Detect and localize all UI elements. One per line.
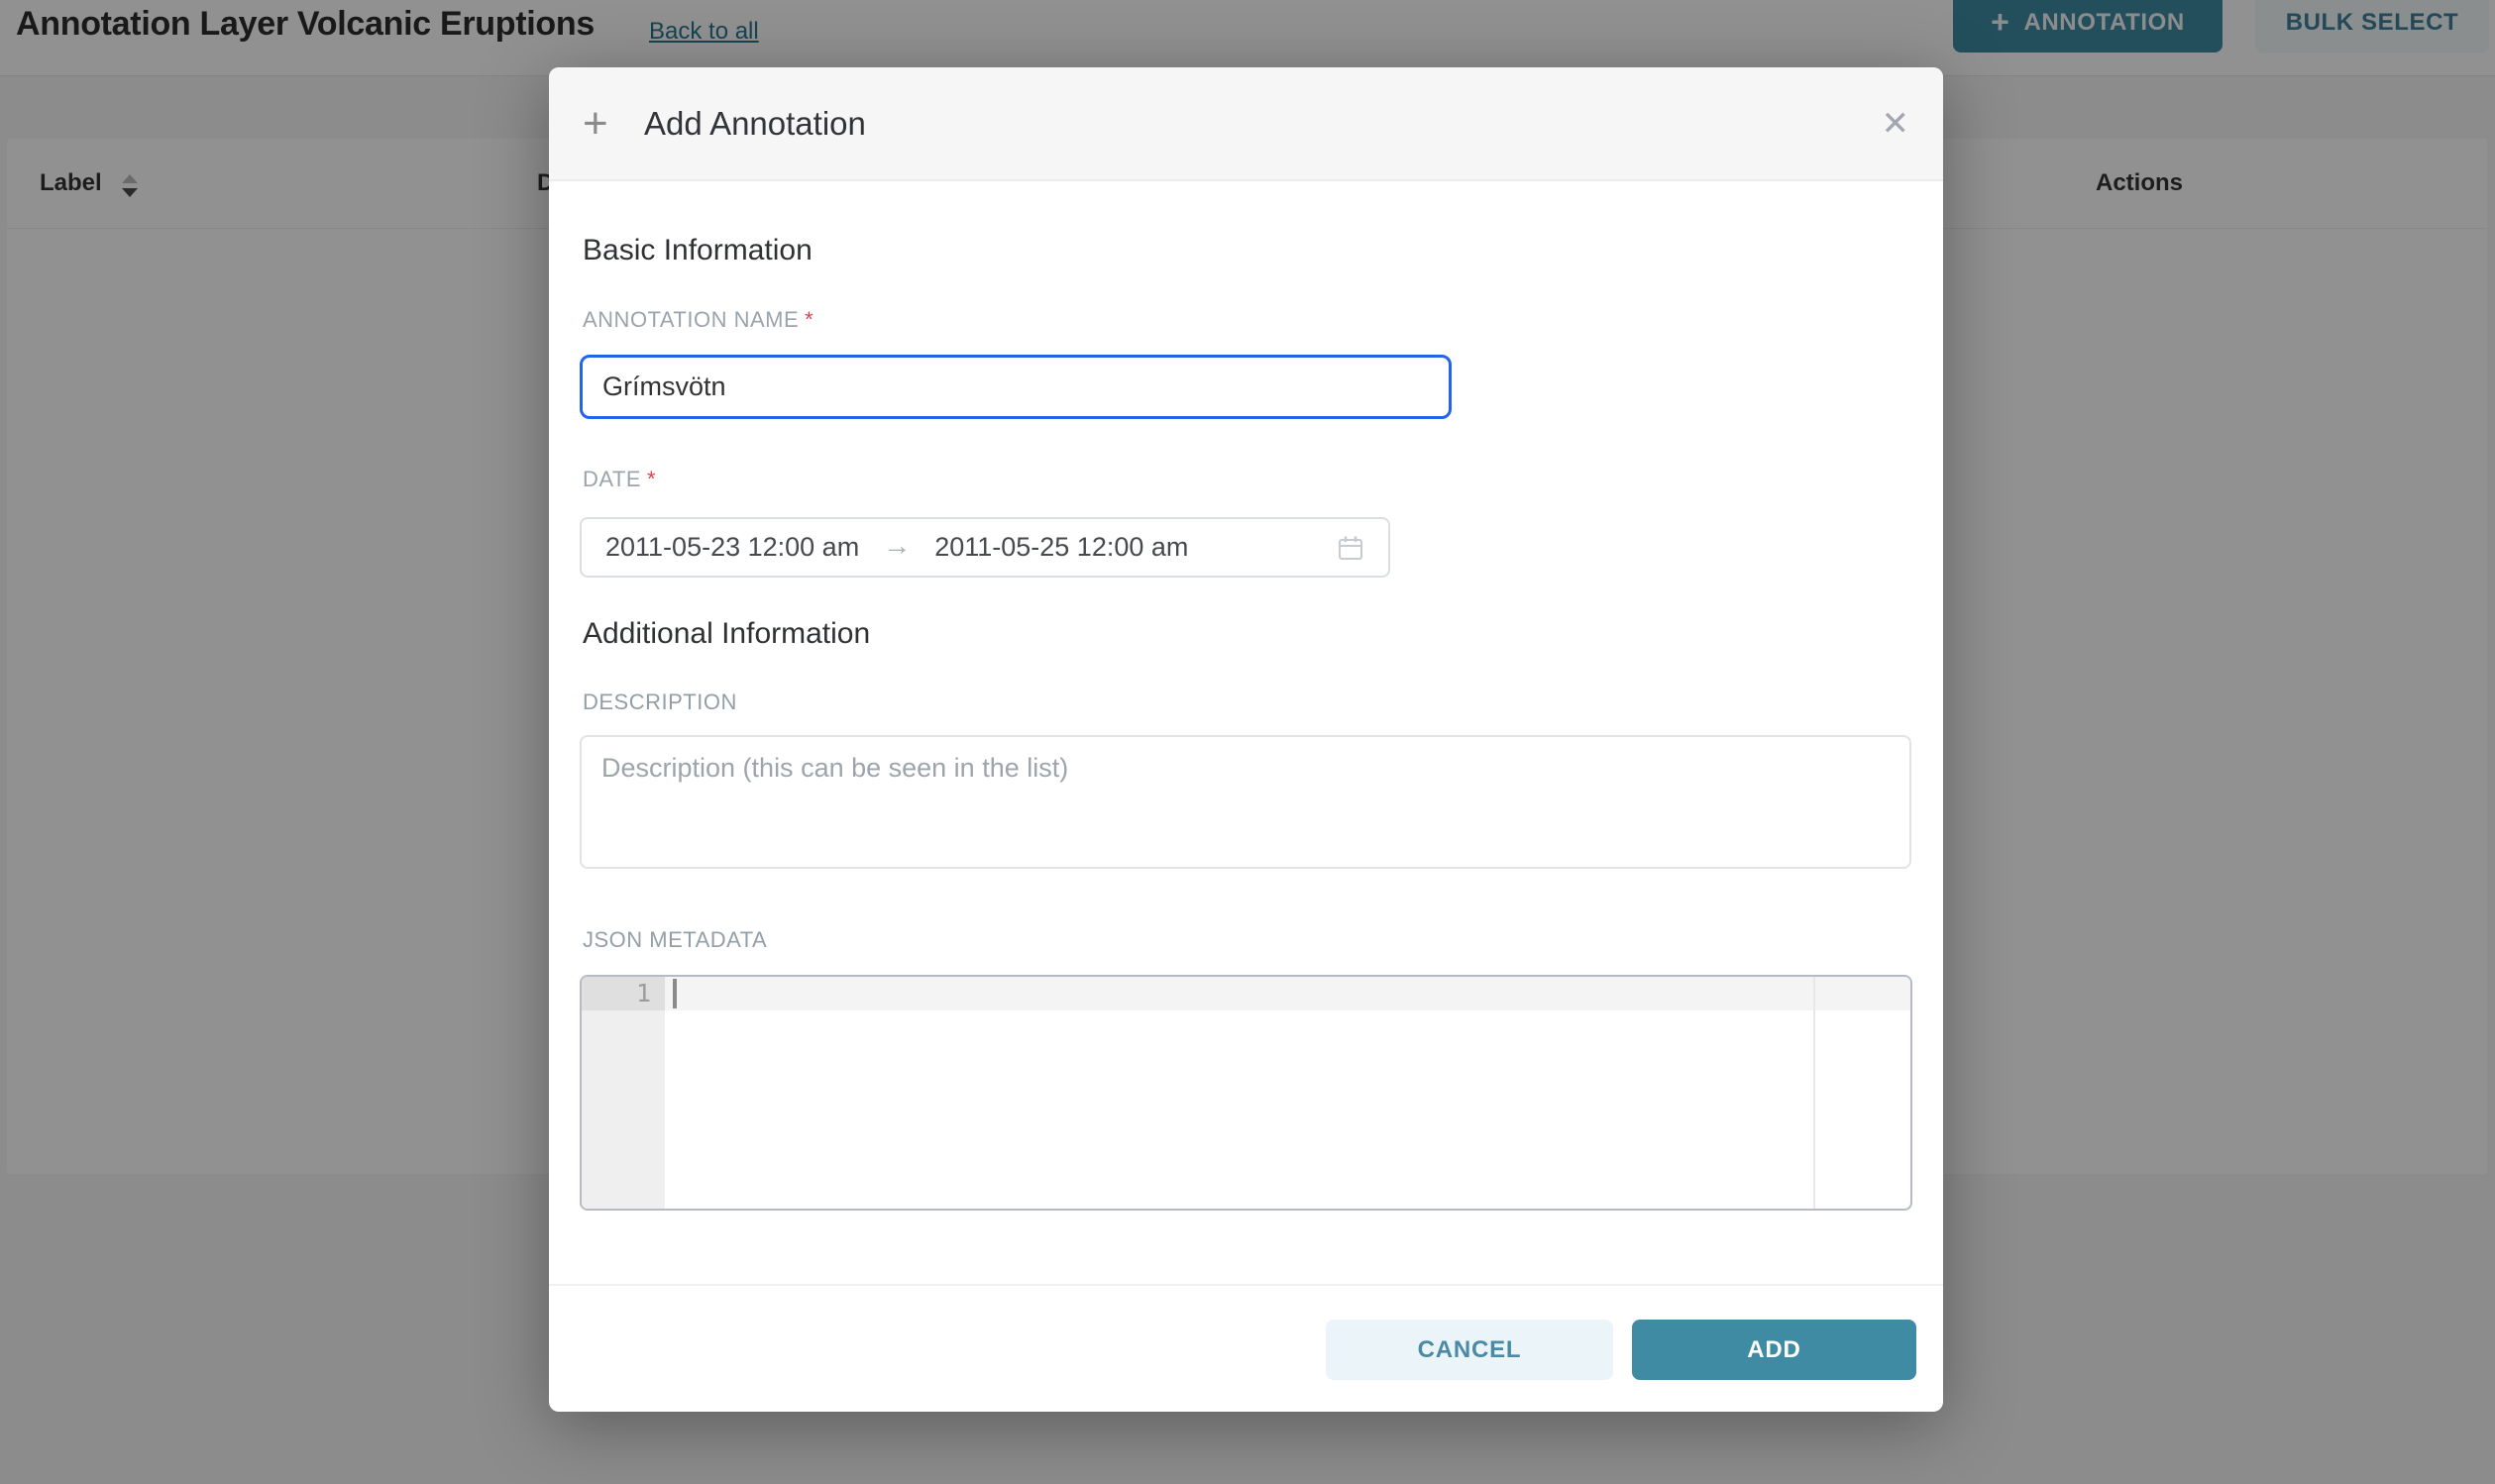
section-basic-information: Basic Information	[583, 234, 813, 267]
editor-print-margin	[1813, 977, 1815, 1209]
date-label: DATE*	[583, 467, 656, 492]
arrow-right-icon: →	[883, 530, 911, 562]
json-metadata-label: JSON METADATA	[583, 927, 767, 953]
editor-text-cursor	[673, 979, 677, 1008]
annotation-name-label: ANNOTATION NAME*	[583, 307, 814, 333]
close-icon[interactable]: ✕	[1882, 107, 1910, 141]
date-end-value: 2011-05-25 12:00 am	[934, 532, 1188, 563]
add-annotation-modal: + Add Annotation ✕ Basic Information ANN…	[549, 67, 1943, 1412]
required-asterisk: *	[805, 307, 814, 332]
screen: Annotation Layer Volcanic Eruptions Back…	[0, 0, 2495, 1484]
modal-footer-divider	[549, 1284, 1943, 1286]
json-metadata-editor[interactable]: 1	[580, 975, 1912, 1211]
editor-line-number: 1	[582, 977, 651, 1010]
annotation-name-label-text: ANNOTATION NAME	[583, 307, 799, 332]
description-textarea[interactable]	[580, 735, 1911, 869]
editor-gutter	[582, 977, 665, 1209]
editor-active-line-highlight	[665, 977, 1910, 1010]
annotation-name-input[interactable]	[580, 355, 1452, 419]
date-range-picker[interactable]: 2011-05-23 12:00 am → 2011-05-25 12:00 a…	[580, 517, 1390, 578]
add-button[interactable]: ADD	[1632, 1320, 1916, 1380]
cancel-button[interactable]: CANCEL	[1326, 1320, 1613, 1380]
required-asterisk: *	[647, 467, 656, 491]
description-label: DESCRIPTION	[583, 689, 737, 715]
date-label-text: DATE	[583, 467, 641, 491]
section-additional-information: Additional Information	[583, 617, 870, 651]
modal-header: + Add Annotation ✕	[549, 67, 1943, 181]
modal-title: Add Annotation	[644, 105, 866, 143]
calendar-icon	[1337, 534, 1364, 562]
plus-icon: +	[583, 102, 608, 146]
date-start-value: 2011-05-23 12:00 am	[605, 532, 859, 563]
